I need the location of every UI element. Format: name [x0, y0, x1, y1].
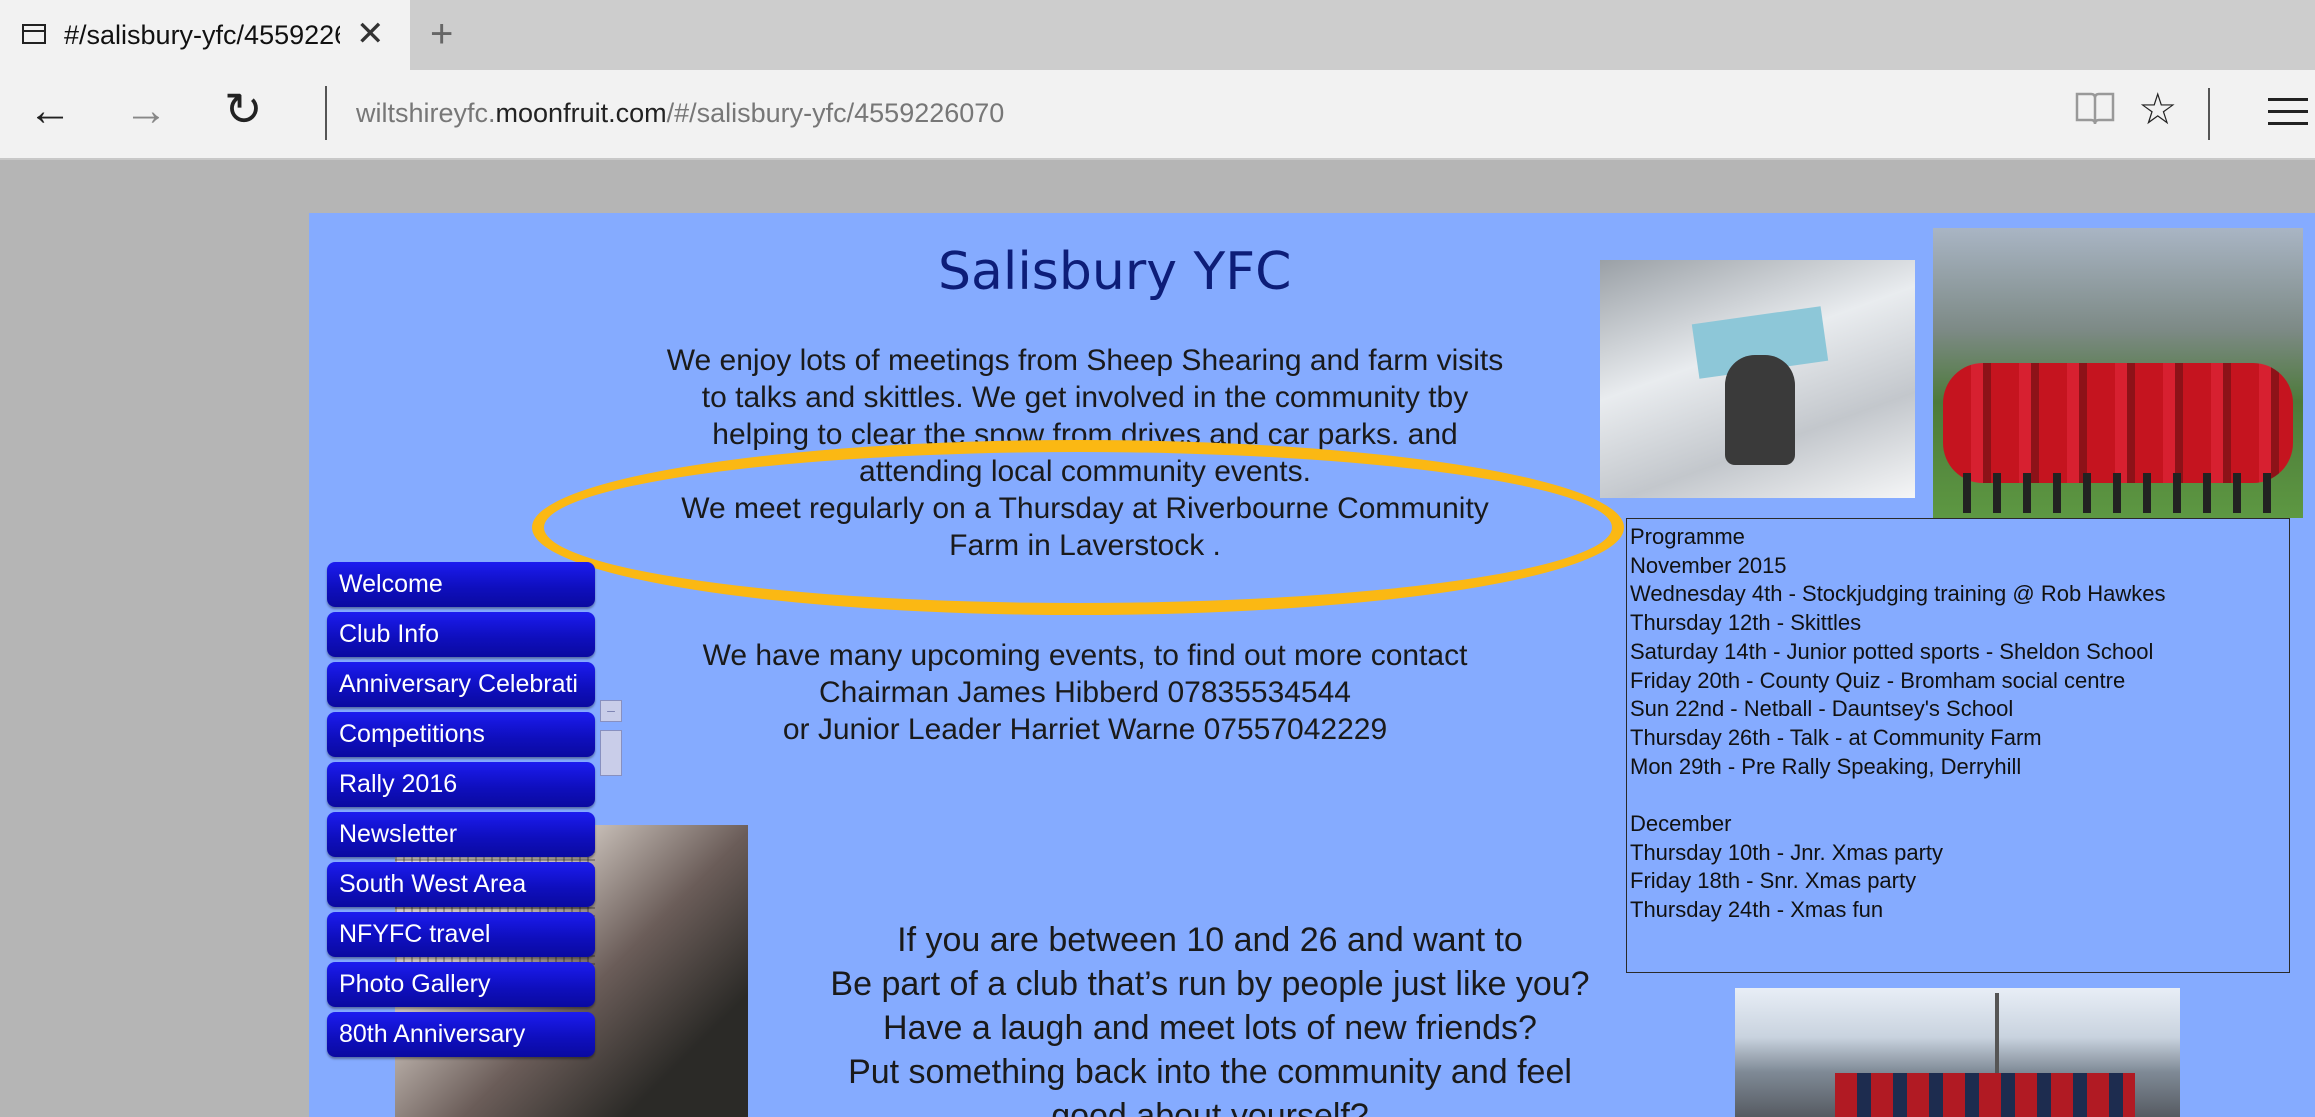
menu-item-rally-2016[interactable]: Rally 2016: [327, 762, 595, 807]
menu-item-welcome[interactable]: Welcome: [327, 562, 595, 607]
divider: [2208, 88, 2210, 140]
intro-line: We enjoy lots of meetings from Sheep She…: [666, 344, 1504, 377]
team-photo: [1933, 228, 2303, 518]
address-bar[interactable]: wiltshireyfc.moonfruit.com/#/salisbury-y…: [356, 98, 1004, 129]
menu-item-newsletter[interactable]: Newsletter: [327, 812, 595, 857]
page-icon: [22, 24, 46, 44]
contact-line: Chairman James Hibberd 07835534544: [818, 676, 1351, 709]
menu-item-nfyfc-travel[interactable]: NFYFC travel: [327, 912, 595, 957]
url-prefix: wiltshireyfc.: [356, 98, 496, 128]
back-button[interactable]: ←: [28, 86, 72, 136]
new-tab-button[interactable]: +: [430, 12, 453, 57]
join-line: Be part of a club that’s run by people j…: [830, 965, 1590, 1003]
navigation-bar: [0, 70, 2315, 160]
menu-scrollbar[interactable]: [600, 730, 622, 776]
favorite-star-icon[interactable]: ☆: [2138, 84, 2177, 135]
town-photo: [1735, 988, 2180, 1117]
menu-item-photo-gallery[interactable]: Photo Gallery: [327, 962, 595, 1007]
url-domain: moonfruit.com: [495, 98, 667, 128]
intro-line: to talks and skittles. We get involved i…: [701, 381, 1469, 414]
hub-menu-icon[interactable]: [2268, 98, 2308, 134]
menu-item-competitions[interactable]: Competitions: [327, 712, 595, 757]
programme-event: Saturday 14th - Junior potted sports - S…: [1630, 638, 2154, 664]
page-title: Salisbury YFC: [938, 242, 1292, 302]
join-line: Have a laugh and meet lots of new friend…: [883, 1009, 1537, 1047]
programme-month: December: [1630, 811, 1732, 837]
highlight-ellipse: [532, 440, 1624, 615]
programme-event: Friday 20th - County Quiz - Bromham soci…: [1630, 667, 2126, 693]
contact-text: We have many upcoming events, to find ou…: [610, 637, 1560, 748]
menu-item-club-info[interactable]: Club Info: [327, 612, 595, 657]
programme-box: Programme November 2015 Wednesday 4th - …: [1626, 518, 2290, 973]
programme-month: November 2015: [1630, 552, 1787, 578]
page-viewport: Salisbury YFC We enjoy lots of meetings …: [0, 160, 2315, 1117]
programme-event: Thursday 24th - Xmas fun: [1630, 897, 1884, 923]
programme-heading: Programme: [1630, 524, 1745, 549]
programme-spacer: [1630, 781, 2289, 810]
programme-event: Thursday 12th - Skittles: [1630, 610, 1862, 636]
tab-close-icon[interactable]: ✕: [356, 14, 385, 54]
programme-event: Friday 18th - Snr. Xmas party: [1630, 868, 1917, 894]
programme-event: Mon 29th - Pre Rally Speaking, Derryhill: [1630, 753, 2022, 779]
menu-scroll-button[interactable]: –: [600, 700, 622, 722]
site-menu: Welcome Club Info Anniversary Celebrati …: [327, 562, 595, 1062]
programme-event: Thursday 26th - Talk - at Community Farm: [1630, 724, 2042, 750]
join-line: If you are between 10 and 26 and want to: [897, 921, 1523, 959]
programme-event: Thursday 10th - Jnr. Xmas party: [1630, 839, 1944, 865]
menu-item-south-west-area[interactable]: South West Area: [327, 862, 595, 907]
menu-item-80th-anniversary[interactable]: 80th Anniversary: [327, 1012, 595, 1057]
forward-button[interactable]: →: [124, 86, 168, 136]
join-line: good about yourself?: [1051, 1097, 1369, 1117]
contact-line: or Junior Leader Harriet Warne 075570422…: [782, 713, 1388, 746]
url-path: /#/salisbury-yfc/4559226070: [666, 98, 1005, 128]
snow-photo: [1600, 260, 1915, 498]
menu-item-anniversary-celebrations[interactable]: Anniversary Celebrati: [327, 662, 595, 707]
contact-line: We have many upcoming events, to find ou…: [702, 639, 1468, 672]
refresh-button[interactable]: ↻: [224, 82, 263, 136]
join-line: Put something back into the community an…: [848, 1053, 1572, 1091]
divider: [325, 86, 327, 140]
join-text: If you are between 10 and 26 and want to…: [770, 918, 1650, 1117]
browser-tab[interactable]: #/salisbury-yfc/4559226070 ✕: [0, 0, 410, 70]
tab-title[interactable]: #/salisbury-yfc/4559226070: [64, 20, 340, 51]
programme-event: Sun 22nd - Netball - Dauntsey's School: [1630, 696, 2014, 722]
programme-event: Wednesday 4th - Stockjudging training @ …: [1630, 581, 2166, 607]
reading-view-icon[interactable]: [2075, 90, 2115, 126]
